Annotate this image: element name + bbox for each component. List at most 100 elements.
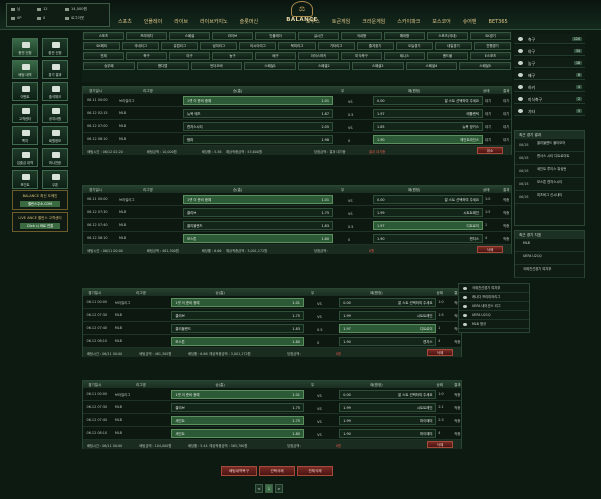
filter-1-10[interactable]: 진행경기	[473, 42, 511, 50]
filter-3-6[interactable]: 스페셜4	[405, 62, 458, 70]
filter-3-0[interactable]: 승무패	[83, 62, 135, 70]
draw-value[interactable]: VS	[317, 433, 321, 437]
filter-1-9[interactable]: 내일경기	[434, 42, 472, 50]
nav-item-3[interactable]: 라이브카지노	[194, 16, 234, 28]
home-odds-cell[interactable]: 클리브 1.75	[171, 403, 304, 412]
draw-value[interactable]: VS	[317, 302, 321, 306]
delete-selected-button[interactable]: 선택삭제	[259, 466, 295, 476]
away-odds-cell[interactable]: 1.99 시트트레인	[339, 403, 437, 412]
draw-value[interactable]: VS	[348, 126, 352, 130]
sidebar-button-6[interactable]: 고객센터	[12, 104, 38, 123]
filter-3-7[interactable]: 스페셜5	[459, 62, 511, 70]
draw-value[interactable]: 0.5	[348, 113, 353, 117]
recent-bet-item[interactable]: MLB	[515, 239, 584, 252]
filter-1-6[interactable]: 기타리그	[317, 42, 355, 50]
filter-1-5[interactable]: 북미리그	[278, 42, 316, 50]
away-odds-cell[interactable]: 1.90 메인트라인스	[373, 135, 483, 144]
nav-item-9[interactable]: 보스코어	[426, 16, 456, 28]
away-odds-cell[interactable]: 1.97 디트로이	[373, 221, 483, 230]
filter-0-8[interactable]: 스포츠(국내)	[427, 32, 468, 40]
filter-3-3[interactable]: 스페셜1	[244, 62, 296, 70]
away-odds-cell[interactable]: 1.99 시트트레인	[339, 311, 437, 320]
filter-2-7[interactable]: 테니스	[384, 52, 425, 60]
home-odds-cell[interactable]: 클리브 1.75	[171, 311, 304, 320]
nav-item-0[interactable]: 스포츠	[112, 16, 138, 28]
popup-item-1[interactable]: 캐나다 프리미어리그	[459, 293, 529, 302]
next-page-button[interactable]: >	[275, 484, 283, 493]
popup-item-0[interactable]: 국제친선경기 여자부	[459, 284, 529, 293]
away-odds-cell[interactable]: 1.90 캔자스	[373, 234, 483, 243]
draw-value[interactable]: 0.5	[317, 328, 322, 332]
sidebar-button-10[interactable]: 입출금 내역	[12, 148, 38, 167]
sidebar-button-11[interactable]: 머니전환	[42, 148, 68, 167]
filter-0-3[interactable]: 라이브	[212, 32, 253, 40]
away-odds-cell[interactable]: 1.90 캔자스	[339, 337, 437, 346]
recent-bet-item[interactable]: 국제친선경기 여자부	[515, 265, 584, 278]
home-odds-cell[interactable]: 1셋 이 준비 중예 1.01	[183, 96, 333, 105]
draw-value[interactable]: VS	[317, 420, 321, 424]
filter-0-5[interactable]: 실시간	[298, 32, 339, 40]
sidebar-button-13[interactable]: 쿠폰	[42, 170, 68, 189]
sidebar-button-0[interactable]: 충전 신청	[12, 38, 38, 57]
home-odds-cell[interactable]: 세인트 1.80	[171, 429, 304, 438]
recent-result-item[interactable]: 06/18 세인트 루이스 워싱턴	[515, 165, 584, 178]
sport-item-0[interactable]: 축구 120	[514, 34, 585, 44]
draw-value[interactable]: VS	[348, 212, 352, 216]
sidebar-button-3[interactable]: 경기 결과	[42, 60, 68, 79]
nav-item-2[interactable]: 라이브	[168, 16, 194, 28]
prev-page-button[interactable]: <	[255, 484, 263, 493]
nav-item-8[interactable]: 스카이파크	[391, 16, 426, 28]
filter-1-2[interactable]: 유럽리그	[161, 42, 199, 50]
sport-item-1[interactable]: 야구 34	[514, 46, 585, 56]
sport-item-3[interactable]: 배구 8	[514, 70, 585, 80]
home-odds-cell[interactable]: 1셋 이 준비 중예 1.01	[171, 298, 304, 307]
delete-all-button[interactable]: 전체삭제	[297, 466, 333, 476]
filter-0-1[interactable]: 프리매치	[126, 32, 167, 40]
filter-0-7[interactable]: 해외형	[384, 32, 425, 40]
recent-result-item[interactable]: 06/18 클리블랜드 볼티모어	[515, 139, 584, 152]
popup-item-4[interactable]: MLB 정규	[459, 320, 529, 329]
nav-item-1[interactable]: 인플레이	[138, 16, 168, 28]
sidebar-button-5[interactable]: 출석체크	[42, 82, 68, 101]
popup-item-2[interactable]: UEFA 네이션스 리그	[459, 302, 529, 311]
home-odds-cell[interactable]: 보스톤 1.80	[171, 337, 304, 346]
nav-item-11[interactable]: BET365	[483, 16, 514, 28]
recent-bet-item[interactable]: UEFA U21Q	[515, 252, 584, 265]
sport-item-2[interactable]: 농구 18	[514, 58, 585, 68]
sidebar-button-8[interactable]: 쪽지	[12, 126, 38, 145]
draw-value[interactable]: VS	[317, 315, 321, 319]
sidebar-button-7[interactable]: 공지사항	[42, 104, 68, 123]
filter-2-0[interactable]: 전체	[83, 52, 124, 60]
recent-result-item[interactable]: 06/18 보스톤 캔자스시티	[515, 178, 584, 191]
filter-2-6[interactable]: 미식축구	[341, 52, 382, 60]
draw-value[interactable]: 0	[348, 238, 350, 242]
filter-2-4[interactable]: 배구	[255, 52, 296, 60]
nav-item-10[interactable]: 슈어맨	[457, 16, 483, 28]
draw-value[interactable]: VS	[348, 100, 352, 104]
filter-0-2[interactable]: 스페셜	[169, 32, 210, 40]
slip-action-button[interactable]: 삭제	[477, 246, 503, 253]
away-odds-cell[interactable]: 1.99 마이애미	[339, 416, 437, 425]
filter-2-1[interactable]: 축구	[126, 52, 167, 60]
promo-banner-0[interactable]: BALANCE 최신 도메인 밸런스주소.COM	[12, 190, 68, 210]
nav-item-6[interactable]: 토큰게임	[326, 16, 356, 28]
promo-banner-1[interactable]: LIVE ANCE 밸런스 고객센터 Click 시 바로 연결	[12, 212, 68, 232]
draw-value[interactable]: 0	[317, 341, 319, 345]
sidebar-button-4[interactable]: 이벤트	[12, 82, 38, 101]
promo-cta[interactable]: 밸런스주소.COM	[20, 201, 60, 207]
filter-3-4[interactable]: 스페셜2	[298, 62, 350, 70]
away-odds-cell[interactable]: 0.00 잘 스트 선택하여 주세요	[373, 96, 483, 105]
away-odds-cell[interactable]: 1.97 애틀랜틱	[373, 109, 483, 118]
home-odds-cell[interactable]: 보스톤 1.80	[183, 234, 333, 243]
home-odds-cell[interactable]: 1셋 이 준비 중예 1.01	[171, 390, 304, 399]
popup-item-3[interactable]: UEFA U21Q	[459, 311, 529, 320]
home-odds-cell[interactable]: 캔자스시티 2.05	[183, 122, 333, 131]
draw-value[interactable]: VS	[348, 199, 352, 203]
filter-1-3[interactable]: 남미리그	[200, 42, 238, 50]
logout-button[interactable]: 로그아웃	[65, 16, 84, 21]
filter-2-3[interactable]: 농구	[212, 52, 253, 60]
away-odds-cell[interactable]: 0.00 잘 스트 선택하여 주세요	[339, 390, 437, 399]
sport-item-5[interactable]: 미식축구 2	[514, 94, 585, 104]
filter-2-2[interactable]: 야구	[169, 52, 210, 60]
away-odds-cell[interactable]: 0.00 잘 스트 선택하여 주세요	[373, 195, 483, 204]
